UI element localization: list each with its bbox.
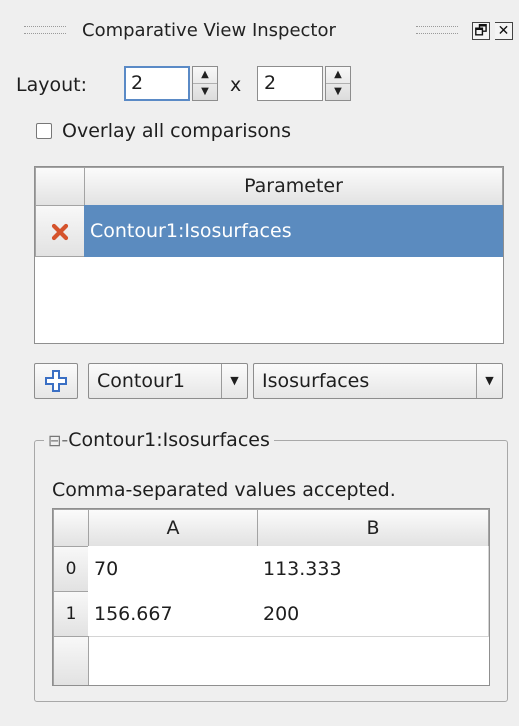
parameter-table: Parameter Contour1:Isosurfaces: [34, 166, 504, 344]
chevron-down-icon[interactable]: ▼: [221, 364, 247, 398]
layout-separator: x: [230, 74, 242, 96]
remove-icon[interactable]: [51, 223, 69, 241]
remove-parameter-button[interactable]: [35, 205, 85, 257]
row-header-1[interactable]: 1: [53, 591, 89, 637]
values-table-corner: [53, 509, 89, 547]
value-cell-1-a[interactable]: 156.667: [88, 591, 258, 637]
row-header-0[interactable]: 0: [53, 546, 89, 592]
value-cell-1-b[interactable]: 200: [257, 591, 489, 637]
close-button[interactable]: ✕: [495, 22, 513, 40]
chevron-down-icon[interactable]: ▼: [476, 364, 502, 398]
values-hint: Comma-separated values accepted.: [52, 479, 396, 501]
title-bar-grip-right: [416, 26, 458, 34]
property-combo-value: Isosurfaces: [262, 370, 370, 392]
overlay-label[interactable]: Overlay all comparisons: [62, 116, 291, 146]
title-bar-grip-left: [24, 26, 66, 34]
values-table: A B 0 70 113.333 1 156.667 200: [52, 508, 490, 686]
value-cell-0-b[interactable]: 113.333: [257, 546, 489, 592]
group-title-text: Contour1:Isosurfaces: [68, 429, 270, 451]
parameter-row-label: Contour1:Isosurfaces: [90, 220, 292, 242]
add-parameter-button[interactable]: [34, 363, 78, 399]
group-box-title[interactable]: ⊟-Contour1:Isosurfaces: [44, 426, 274, 455]
parameter-row[interactable]: Contour1:Isosurfaces: [84, 205, 503, 257]
layout-label: Layout:: [16, 74, 87, 96]
float-button[interactable]: 🗗: [472, 22, 490, 40]
spin-up-icon[interactable]: ▲: [193, 67, 217, 83]
layout-rows-stepper[interactable]: ▲ ▼: [192, 66, 218, 101]
value-cell-0-a[interactable]: 70: [88, 546, 258, 592]
layout-cols-input[interactable]: 2: [257, 66, 323, 101]
column-header-a[interactable]: A: [88, 509, 258, 547]
source-combo-value: Contour1: [97, 370, 185, 392]
layout-rows-input[interactable]: 2: [124, 66, 190, 101]
property-combo[interactable]: Isosurfaces ▼: [253, 363, 503, 399]
add-icon: [45, 370, 67, 392]
parameter-table-corner: [35, 167, 85, 206]
source-combo[interactable]: Contour1 ▼: [88, 363, 248, 399]
panel-title: Comparative View Inspector: [82, 20, 336, 41]
column-header-b[interactable]: B: [257, 509, 489, 547]
spin-down-icon[interactable]: ▼: [193, 83, 217, 100]
layout-cols-stepper[interactable]: ▲ ▼: [325, 66, 351, 101]
overlay-checkbox[interactable]: [36, 123, 52, 139]
spin-down-icon[interactable]: ▼: [326, 83, 350, 100]
row-header-empty: [53, 636, 89, 685]
spin-up-icon[interactable]: ▲: [326, 67, 350, 83]
parameter-column-header[interactable]: Parameter: [84, 167, 503, 206]
collapse-icon[interactable]: ⊟: [48, 431, 61, 450]
